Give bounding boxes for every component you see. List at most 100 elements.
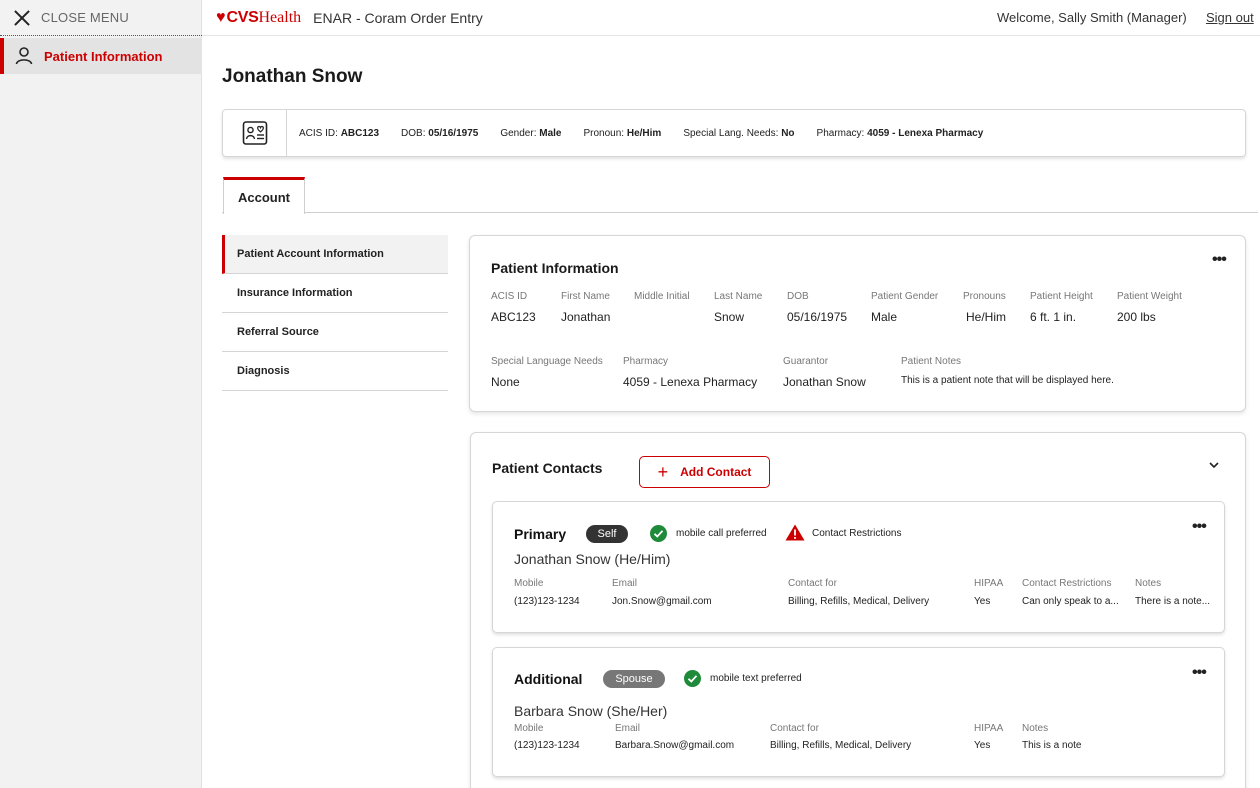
contact-for-value: Billing, Refills, Medical, Delivery xyxy=(770,740,912,751)
more-options-icon[interactable]: ••• xyxy=(1192,665,1207,681)
last-name-value: Snow xyxy=(714,310,745,324)
contact-for-label: Contact for xyxy=(788,578,837,589)
notes-value: This is a note xyxy=(1022,740,1082,751)
contact-for-label: Contact for xyxy=(770,723,819,734)
contact-name: Barbara Snow (She/Her) xyxy=(514,703,668,719)
close-menu-button[interactable]: CLOSE MENU xyxy=(0,0,202,36)
more-options-icon[interactable]: ••• xyxy=(1192,519,1207,535)
close-icon xyxy=(13,9,31,27)
email-label: Email xyxy=(612,578,638,589)
patient-information-card: Patient Information ••• ACIS ID ABC123 F… xyxy=(469,235,1246,412)
dob-value: 05/16/1975 xyxy=(787,310,848,324)
contact-name: Jonathan Snow (He/Him) xyxy=(514,551,671,567)
pharmacy-value: 4059 - Lenexa Pharmacy xyxy=(623,375,758,389)
pronouns-label: Pronouns xyxy=(963,291,1006,302)
hipaa-value: Yes xyxy=(974,596,991,607)
contact-restrictions-flag: Contact Restrictions xyxy=(812,528,902,539)
contact-type: Primary xyxy=(514,526,567,542)
guarantor-label: Guarantor xyxy=(783,356,829,367)
guarantor-value: Jonathan Snow xyxy=(783,375,866,389)
warning-icon xyxy=(785,524,805,541)
notes-label: Notes xyxy=(1135,578,1162,589)
subnav-diagnosis[interactable]: Diagnosis xyxy=(222,352,448,391)
acis-id-value: ABC123 xyxy=(491,310,536,324)
more-options-icon[interactable]: ••• xyxy=(1212,252,1227,268)
notes-value: There is a note... xyxy=(1135,596,1211,607)
patient-gender-label: Patient Gender xyxy=(871,291,939,302)
contact-preference: mobile call preferred xyxy=(676,528,767,539)
patient-height-label: Patient Height xyxy=(1030,291,1093,302)
subnav-referral-source[interactable]: Referral Source xyxy=(222,313,448,352)
email-value: Jon.Snow@gmail.com xyxy=(612,596,712,607)
email-label: Email xyxy=(615,723,641,734)
sign-out-link[interactable]: Sign out xyxy=(1206,10,1254,25)
patient-contacts-card: Patient Contacts + Add Contact Primary S… xyxy=(470,432,1246,788)
summary-pharmacy: Pharmacy: 4059 - Lenexa Pharmacy xyxy=(816,127,984,139)
plus-icon: + xyxy=(657,462,669,482)
relation-badge: Self xyxy=(586,525,628,543)
cvs-health-logo[interactable]: ♥ CVS Health xyxy=(216,9,301,27)
summary-pronoun: Pronoun: He/Him xyxy=(583,127,662,139)
hipaa-label: HIPAA xyxy=(974,723,1004,734)
chevron-down-icon[interactable] xyxy=(1208,459,1220,471)
contact-for-value: Billing, Refills, Medical, Delivery xyxy=(788,596,930,607)
email-value: Barbara.Snow@gmail.com xyxy=(615,740,735,751)
mobile-label: Mobile xyxy=(514,723,544,734)
language-needs-value: None xyxy=(491,375,520,389)
patient-summary-bar: ACIS ID: ABC123 DOB: 05/16/1975 Gender: … xyxy=(222,109,1246,157)
summary-gender: Gender: Male xyxy=(500,127,562,139)
card-title: Patient Information xyxy=(491,260,619,276)
page-title: Jonathan Snow xyxy=(222,66,363,87)
patient-height-value: 6 ft. 1 in. xyxy=(1030,310,1077,324)
summary-acis: ACIS ID: ABC123 xyxy=(299,127,380,139)
subnav-insurance-information[interactable]: Insurance Information xyxy=(222,274,448,313)
sidebar-item-label: Patient Information xyxy=(44,48,163,64)
top-bar: ♥ CVS Health ENAR - Coram Order Entry We… xyxy=(202,0,1260,36)
id-card-icon xyxy=(242,121,267,145)
mobile-value: (123)123-1234 xyxy=(514,740,580,751)
summary-dob: DOB: 05/16/1975 xyxy=(401,127,479,139)
check-circle-icon xyxy=(684,670,701,687)
summary-language-needs: Special Lang. Needs: No xyxy=(683,127,795,139)
close-menu-label: CLOSE MENU xyxy=(41,10,129,25)
id-card-box xyxy=(223,110,287,156)
restrictions-label: Contact Restrictions xyxy=(1022,578,1112,589)
mobile-label: Mobile xyxy=(514,578,544,589)
acis-id-label: ACIS ID xyxy=(491,291,528,302)
subnav-patient-account-information[interactable]: Patient Account Information xyxy=(222,235,448,274)
notes-label: Notes xyxy=(1022,723,1049,734)
sidebar-item-patient-information[interactable]: Patient Information xyxy=(0,38,202,74)
relation-badge: Spouse xyxy=(603,670,665,688)
contact-type: Additional xyxy=(514,671,583,687)
account-subnav: Patient Account Information Insurance In… xyxy=(222,235,448,391)
tab-bar: Account xyxy=(222,177,1258,214)
heart-icon: ♥ xyxy=(216,8,226,26)
hipaa-value: Yes xyxy=(974,740,991,751)
logo-word: Health xyxy=(258,8,302,26)
mobile-value: (123)123-1234 xyxy=(514,596,580,607)
pharmacy-label: Pharmacy xyxy=(623,356,669,367)
patient-weight-value: 200 lbs xyxy=(1117,310,1156,324)
check-circle-icon xyxy=(650,525,667,542)
logo-mark: CVS xyxy=(226,8,259,26)
contact-preference: mobile text preferred xyxy=(710,673,802,684)
patient-gender-value: Male xyxy=(871,310,898,324)
sidebar: CLOSE MENU Patient Information xyxy=(0,0,202,788)
pronouns-value: He/Him xyxy=(966,310,1007,324)
patient-notes-label: Patient Notes xyxy=(901,356,962,367)
last-name-label: Last Name xyxy=(714,291,763,302)
tab-account[interactable]: Account xyxy=(223,177,305,214)
welcome-text: Welcome, Sally Smith (Manager) xyxy=(997,10,1187,25)
patient-weight-label: Patient Weight xyxy=(1117,291,1182,302)
hipaa-label: HIPAA xyxy=(974,578,1004,589)
first-name-label: First Name xyxy=(561,291,610,302)
add-contact-label: Add Contact xyxy=(680,465,752,479)
restrictions-value: Can only speak to a... xyxy=(1022,596,1119,607)
language-needs-label: Special Language Needs xyxy=(491,356,603,367)
dob-label: DOB xyxy=(787,291,809,302)
patient-notes-value: This is a patient note that will be disp… xyxy=(901,375,1114,386)
add-contact-button[interactable]: + Add Contact xyxy=(639,456,770,488)
first-name-value: Jonathan xyxy=(561,310,611,324)
contact-card-primary: Primary Self mobile call preferred Conta… xyxy=(492,501,1225,633)
app-title: ENAR - Coram Order Entry xyxy=(313,9,483,26)
